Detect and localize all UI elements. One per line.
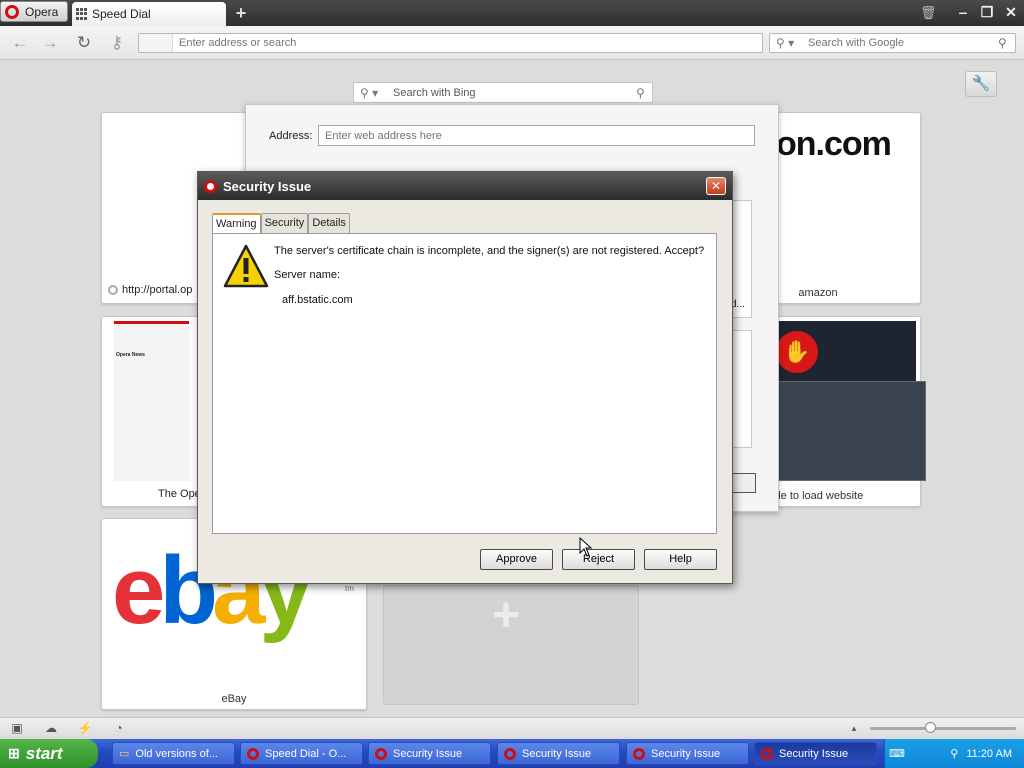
amazon-logo: on.com <box>776 125 892 163</box>
bing-search-icon[interactable]: ⚲ <box>636 86 645 100</box>
address-label: Address: <box>269 130 313 142</box>
taskbar-item[interactable]: Security Issue <box>626 742 749 765</box>
tile-caption: eBay <box>221 693 247 705</box>
forward-arrow-icon[interactable]: → <box>40 33 60 53</box>
taskbar-item-label: Speed Dial - O... <box>265 747 347 760</box>
new-tab-plus-icon[interactable]: + <box>232 4 250 22</box>
close-window-icon[interactable]: ✕ <box>1001 3 1021 21</box>
back-arrow-icon[interactable]: ← <box>10 33 30 53</box>
taskbar-item-label: Security Issue <box>522 747 592 760</box>
dialog-title-bar[interactable]: Security Issue <box>198 172 732 200</box>
security-issue-dialog: Security Issue ✕ Warning Security Detail… <box>197 171 733 584</box>
taskbar-item-active[interactable]: Security Issue <box>754 742 877 765</box>
error-panel <box>776 381 926 481</box>
add-plus-icon[interactable]: + <box>492 588 520 643</box>
minimize-icon[interactable]: ‒ <box>953 3 973 21</box>
mouse-cursor-icon <box>579 537 593 557</box>
stop-hand-icon: ✋ <box>776 331 818 373</box>
dialog-title: Security Issue <box>223 178 312 194</box>
panel-button-edge[interactable] <box>732 473 756 493</box>
tile-caption: http://portal.op <box>122 284 193 296</box>
tab-title: Speed Dial <box>92 7 151 21</box>
taskbar-item[interactable]: Security Issue <box>368 742 491 765</box>
help-button[interactable]: Help <box>644 549 717 570</box>
bing-placeholder: Search with Bing <box>393 87 476 99</box>
taskbar-item[interactable]: Security Issue <box>497 742 620 765</box>
opera-icon <box>633 747 645 760</box>
server-name-label: Server name: <box>274 269 341 281</box>
opera-icon <box>375 747 387 760</box>
wrench-icon[interactable]: 🔧 <box>965 71 997 97</box>
web-address-input[interactable] <box>318 125 755 146</box>
opera-icon <box>761 747 773 760</box>
taskbar-item[interactable]: Speed Dial - O... <box>240 742 363 765</box>
approve-button[interactable]: Approve <box>480 549 553 570</box>
restore-icon[interactable]: ❐ <box>977 3 997 21</box>
warning-message: The server's certificate chain is incomp… <box>274 245 705 257</box>
opera-logo-icon <box>204 179 217 193</box>
panel-toggle-icon[interactable]: ▣ <box>9 721 25 735</box>
trademark-symbol: tm <box>345 584 354 593</box>
address-bar[interactable] <box>138 33 763 53</box>
warning-triangle-icon <box>223 244 269 288</box>
taskbar-item-label: Old versions of... <box>135 747 218 760</box>
search-engine-icon[interactable]: ⚲ ▾ <box>776 36 794 50</box>
search-icon[interactable]: ⚲ <box>998 36 1007 50</box>
server-name-value: aff.bstatic.com <box>282 294 353 306</box>
key-icon[interactable]: ⚷ <box>105 33 129 53</box>
bing-search-box[interactable]: ⚲ ▾ Search with Bing ⚲ <box>353 82 653 103</box>
taskbar-item[interactable]: ▭ Old versions of... <box>112 742 235 765</box>
zoom-slider-handle[interactable] <box>925 722 936 733</box>
folder-icon: ▭ <box>119 748 130 760</box>
speedometer-icon[interactable]: ◔ <box>111 721 127 735</box>
warning-panel: The server's certificate chain is incomp… <box>212 233 717 534</box>
reload-icon[interactable]: ↻ <box>74 33 94 53</box>
site-badge[interactable] <box>139 34 173 52</box>
reject-button[interactable]: Reject <box>562 549 635 570</box>
tab-details[interactable]: Details <box>308 213 350 233</box>
start-label: start <box>25 743 63 763</box>
zoom-slider-track[interactable] <box>870 727 1016 730</box>
trash-icon[interactable]: 🗑 <box>920 5 937 21</box>
search-box[interactable]: ⚲ ▾ ⚲ <box>769 33 1016 53</box>
opera-news-thumbnail: Opera News <box>114 321 189 481</box>
opera-icon <box>504 747 516 760</box>
search-input[interactable] <box>808 34 998 52</box>
suggestion-caption: d... <box>731 299 745 310</box>
turbo-icon[interactable]: ⚡ <box>77 721 93 735</box>
taskbar-item-label: Security Issue <box>779 747 849 760</box>
windows-flag-icon: ⊞ <box>8 745 20 761</box>
add-tile-slot[interactable]: + <box>383 585 639 705</box>
taskbar-item-label: Security Issue <box>393 747 463 760</box>
loading-icon <box>108 285 118 295</box>
taskbar-item-label: Security Issue <box>651 747 721 760</box>
system-tray: ⌨ ⚲ 11:20 AM <box>884 739 1024 768</box>
start-button[interactable]: ⊞ start <box>0 739 98 768</box>
bing-engine-icon[interactable]: ⚲ ▾ <box>360 86 378 100</box>
zoom-menu-icon[interactable]: ▴ <box>846 721 862 735</box>
dialog-tabs: Warning Security Details <box>212 213 350 234</box>
tab-speed-dial[interactable]: Speed Dial <box>72 2 226 26</box>
opera-logo-icon <box>5 4 19 19</box>
opera-icon <box>247 747 259 760</box>
keyboard-icon[interactable]: ⌨ <box>889 747 905 760</box>
tab-security[interactable]: Security <box>260 213 309 233</box>
dialog-close-icon[interactable]: ✕ <box>706 177 726 195</box>
thumbnail-title: Opera News <box>116 352 145 358</box>
speed-dial-grid-icon <box>76 8 88 20</box>
tile-caption: The Ope <box>158 488 201 500</box>
opera-menu-label: Opera <box>25 4 59 19</box>
network-icon[interactable]: ⚲ <box>950 747 958 760</box>
opera-unite-icon[interactable]: ☁ <box>43 721 59 735</box>
tab-warning[interactable]: Warning <box>212 213 261 234</box>
clock[interactable]: 11:20 AM <box>966 748 1012 760</box>
tile-caption: able to load website <box>766 490 864 502</box>
opera-menu-button[interactable]: Opera <box>0 1 68 22</box>
address-input[interactable] <box>179 34 749 52</box>
suggestion-list-edge <box>732 330 752 448</box>
